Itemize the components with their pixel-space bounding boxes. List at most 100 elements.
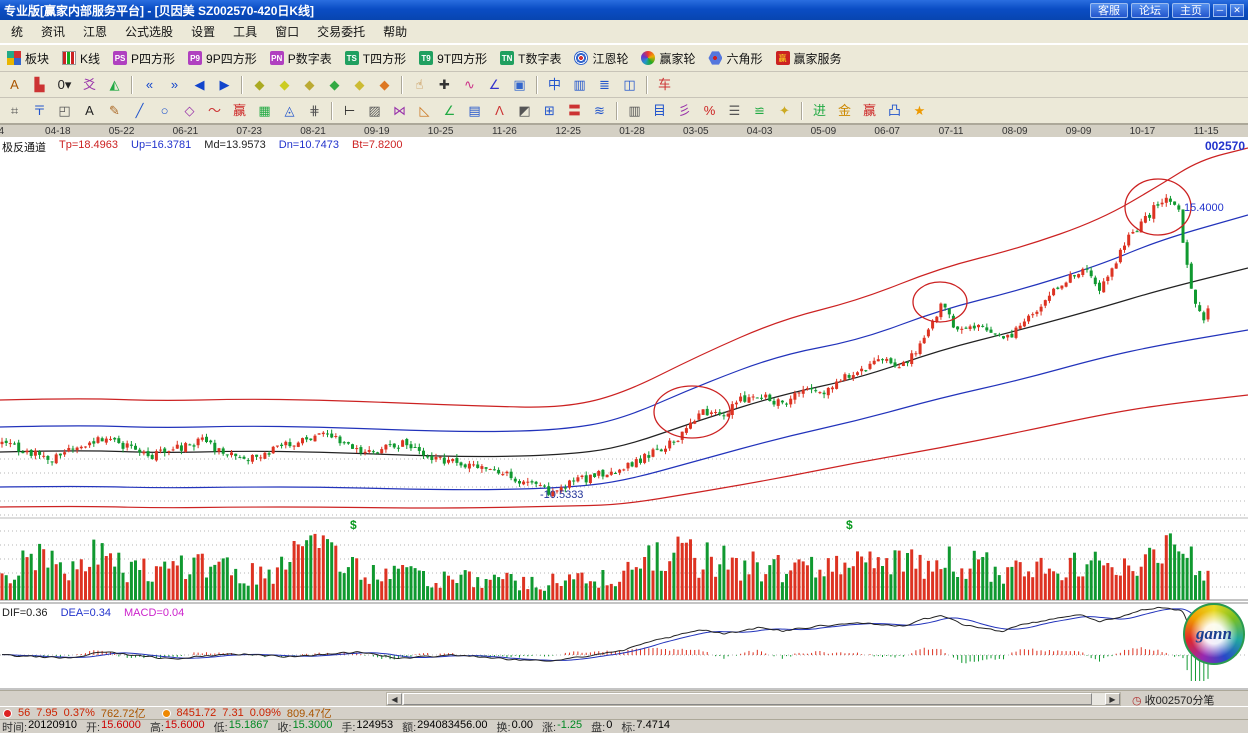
bar-panel-tool[interactable]: ▥ [568, 75, 591, 95]
cart-tool[interactable]: 车 [653, 75, 676, 95]
chart-area[interactable]: 15.4000-10.5333$$ 极反通道Tp=18.4963Up=16.37… [0, 137, 1248, 690]
half-box-tool[interactable]: ◩ [513, 101, 536, 121]
menu-item-7[interactable]: 交易委托 [308, 20, 374, 43]
eye-grid-tool[interactable]: 目 [648, 101, 671, 121]
squiggle-tool[interactable]: 〜 [203, 101, 226, 121]
equals-tool[interactable]: 〓 [563, 101, 586, 121]
toolbar-item-5[interactable]: TST四方形 [340, 48, 414, 69]
gann-grid-tool[interactable]: 爻 [78, 75, 101, 95]
menu-item-2[interactable]: 江恩 [74, 20, 116, 43]
menu-item-0[interactable]: 统 [2, 20, 32, 43]
post-tool[interactable]: 〒 [28, 101, 51, 121]
scroll-right-button[interactable]: ▶ [1105, 693, 1120, 705]
grid-fill-tool[interactable]: ▦ [253, 101, 276, 121]
scrollbar-thumb[interactable] [403, 693, 1092, 705]
toolbar-item-3[interactable]: P99P四方形 [183, 48, 265, 69]
menu-item-1[interactable]: 资讯 [32, 20, 74, 43]
wedge-tool[interactable]: ◺ [413, 101, 436, 121]
enter-green-tool[interactable]: 进 [808, 101, 831, 121]
gold-tool[interactable]: 金 [833, 101, 856, 121]
nav-first-button[interactable]: « [138, 75, 161, 95]
homepage-button[interactable]: 主页 [1172, 3, 1210, 18]
star2-tool[interactable]: ★ [908, 101, 931, 121]
approx-tool[interactable]: ≌ [748, 101, 771, 121]
mini-kline-tool[interactable]: ▙ [28, 75, 51, 95]
line-tool[interactable]: ╱ [128, 101, 151, 121]
scroll-left-button[interactable]: ◀ [387, 693, 402, 705]
volume-bar [243, 583, 246, 600]
toolbar-item-6[interactable]: T99T四方形 [414, 48, 495, 69]
bracket-tool[interactable]: ⊢ [338, 101, 361, 121]
region-select-tool[interactable]: ◰ [53, 101, 76, 121]
text-tool[interactable]: A [78, 101, 101, 121]
scrollbar-track[interactable] [402, 693, 1105, 705]
toolbar-item-8[interactable]: 江恩轮 [569, 48, 636, 69]
toolbar-item-11[interactable]: 赢赢家服务 [771, 48, 850, 69]
diamond-tool-6[interactable]: ◆ [373, 75, 396, 95]
angle-tool[interactable]: ∠ [483, 75, 506, 95]
toolbar-item-4[interactable]: PNP数字表 [265, 48, 340, 69]
bowtie-tool[interactable]: ⋈ [388, 101, 411, 121]
toolbar-item-7[interactable]: TNT数字表 [495, 48, 569, 69]
toolbar-item-10[interactable]: 六角形 [703, 48, 770, 69]
menu-item-6[interactable]: 窗口 [266, 20, 308, 43]
list-panel-tool[interactable]: ≣ [593, 75, 616, 95]
forum-button[interactable]: 论坛 [1131, 3, 1169, 18]
kline-chart-svg[interactable]: 15.4000-10.5333$$ [0, 137, 1248, 690]
diamond-tool-5[interactable]: ◆ [348, 75, 371, 95]
waves-tool[interactable]: ≋ [588, 101, 611, 121]
toolbar-item-9[interactable]: 赢家轮 [636, 48, 703, 69]
diamond-tool-2[interactable]: ◆ [273, 75, 296, 95]
frame-tool[interactable]: ▣ [508, 75, 531, 95]
diamond-tool-1[interactable]: ◆ [248, 75, 271, 95]
minimize-button[interactable]: ─ [1213, 4, 1227, 17]
nav-last-button[interactable]: » [163, 75, 186, 95]
volume-bar [255, 585, 258, 600]
toolbar-item-0[interactable]: 板块 [2, 48, 57, 69]
lines-stack-tool[interactable]: ☰ [723, 101, 746, 121]
grid-hash-tool[interactable]: ⌗ [3, 101, 26, 121]
strokes-tool[interactable]: 彡 [673, 101, 696, 121]
menu-item-5[interactable]: 工具 [224, 20, 266, 43]
wave-tool[interactable]: ∿ [458, 75, 481, 95]
diamond-tool-4[interactable]: ◆ [323, 75, 346, 95]
angle2-tool[interactable]: ∠ [438, 101, 461, 121]
delta-chart-tool[interactable]: ◭ [103, 75, 126, 95]
hand-tool[interactable]: ☝ [408, 75, 431, 95]
toolbar-item-2[interactable]: PSP四方形 [108, 48, 183, 69]
star-tool[interactable]: ✦ [773, 101, 796, 121]
triangle-tool[interactable]: ◬ [278, 101, 301, 121]
gann-angles-tool[interactable]: A [3, 75, 26, 95]
win-red-tool[interactable]: 赢 [858, 101, 881, 121]
toolbar-item-1[interactable]: K线 [57, 48, 108, 69]
center-window-tool[interactable]: 中 [543, 75, 566, 95]
lambda-tool[interactable]: Λ [488, 101, 511, 121]
menu-item-4[interactable]: 设置 [182, 20, 224, 43]
save-layout-tool[interactable]: ◫ [618, 75, 641, 95]
cross-tool[interactable]: ✚ [433, 75, 456, 95]
pillars-tool[interactable]: ⋕ [303, 101, 326, 121]
close-button[interactable]: ✕ [1230, 4, 1244, 17]
customer-service-button[interactable]: 客服 [1090, 3, 1128, 18]
bump-tool[interactable]: 凸 [883, 101, 906, 121]
rows-tool[interactable]: ▤ [463, 101, 486, 121]
hatch-box-tool[interactable]: ▨ [363, 101, 386, 121]
win-char-tool[interactable]: 赢 [228, 101, 251, 121]
nav-prev-button[interactable]: ◀ [188, 75, 211, 95]
horizontal-scrollbar[interactable]: ◀ ▶ [386, 692, 1121, 706]
menu-item-3[interactable]: 公式选股 [116, 20, 182, 43]
candle-body [234, 454, 237, 456]
plus-box-tool[interactable]: ⊞ [538, 101, 561, 121]
date-tick-19: 11-15 [1194, 126, 1219, 137]
pencil-tool[interactable]: ✎ [103, 101, 126, 121]
volume-bar [1081, 576, 1084, 600]
candle-body [914, 353, 917, 354]
diamond-shape-tool[interactable]: ◇ [178, 101, 201, 121]
nav-next-button[interactable]: ▶ [213, 75, 236, 95]
scale-zero-dropdown[interactable]: 0▾ [53, 75, 76, 95]
circle-tool[interactable]: ○ [153, 101, 176, 121]
percent-tool[interactable]: % [698, 101, 721, 121]
panel-tool[interactable]: ▥ [623, 101, 646, 121]
diamond-tool-3[interactable]: ◆ [298, 75, 321, 95]
menu-item-8[interactable]: 帮助 [374, 20, 416, 43]
